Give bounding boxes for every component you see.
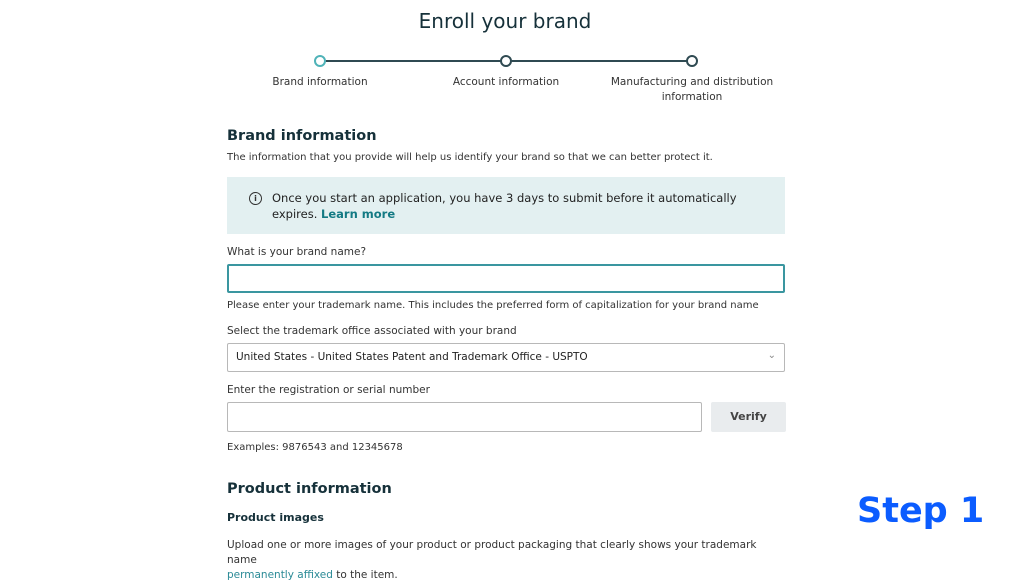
product-section-title: Product information (227, 481, 392, 497)
product-images-description: Upload one or more images of your produc… (227, 538, 787, 583)
trademark-office-select[interactable]: United States - United States Patent and… (227, 343, 785, 372)
stepper-line (511, 60, 687, 62)
verify-button[interactable]: Verify (711, 402, 786, 432)
step-dot-manufacturing[interactable] (686, 55, 698, 67)
permanently-affixed-link[interactable]: permanently affixed (227, 569, 333, 581)
step-label-line: information (661, 91, 723, 103)
trademark-office-label: Select the trademark office associated w… (227, 325, 517, 337)
step-badge: Step 1 (857, 491, 985, 531)
step-label-line: Manufacturing and distribution (610, 76, 774, 88)
brand-name-hint: Please enter your trademark name. This i… (227, 300, 759, 311)
stepper-line (325, 60, 501, 62)
progress-stepper: Brand information Account information Ma… (0, 0, 1024, 110)
step-dot-account-information[interactable] (500, 55, 512, 67)
expiry-alert: i Once you start an application, you hav… (227, 177, 785, 234)
step-dot-brand-information[interactable] (314, 55, 326, 67)
learn-more-link[interactable]: Learn more (321, 207, 395, 221)
brand-name-label: What is your brand name? (227, 246, 367, 258)
product-images-text: Upload one or more images of your produc… (227, 539, 757, 566)
step-label-account-information: Account information (452, 76, 560, 88)
registration-number-input[interactable] (227, 402, 702, 432)
product-images-text-after: to the item. (332, 569, 398, 581)
trademark-office-selected: United States - United States Patent and… (236, 351, 588, 363)
step-label-manufacturing: Manufacturing and distribution informati… (602, 75, 782, 105)
info-icon: i (249, 192, 262, 205)
brand-name-input[interactable] (227, 264, 785, 293)
brand-section-description: The information that you provide will he… (227, 152, 713, 163)
chevron-down-icon: ⌄ (767, 350, 776, 361)
registration-examples: Examples: 9876543 and 12345678 (227, 442, 403, 453)
product-images-subtitle: Product images (227, 511, 324, 524)
registration-label: Enter the registration or serial number (227, 384, 430, 396)
step-label-brand-information: Brand information (272, 76, 368, 88)
brand-section-title: Brand information (227, 128, 377, 144)
alert-text: Once you start an application, you have … (272, 190, 752, 222)
